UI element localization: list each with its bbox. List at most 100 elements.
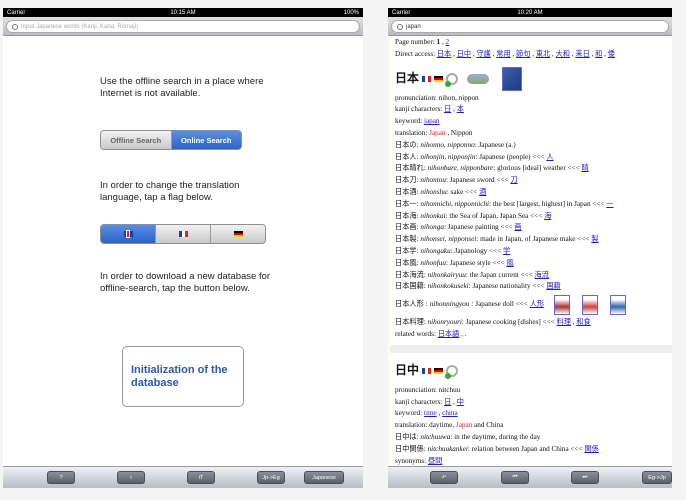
compound-kanji: 日本人 <box>395 152 417 161</box>
compound-link[interactable]: 酒 <box>479 188 486 196</box>
compound-link[interactable]: 刀 <box>510 176 517 184</box>
compound-link[interactable]: 晴 <box>582 164 589 172</box>
kanji-characters: kanji characters: 日 , 中 <box>395 397 464 406</box>
compound-kanji: 日本製 <box>395 235 417 244</box>
compound-link[interactable]: 料理 <box>557 318 571 326</box>
compound-kanji: 日本海流 <box>395 270 424 279</box>
help-button[interactable]: ? <box>47 471 75 484</box>
clock: 10:20 AM <box>517 9 543 16</box>
compound-link[interactable]: 海 <box>544 212 551 220</box>
kanji-link[interactable]: 日 <box>444 105 451 113</box>
compound-link[interactable]: 一 <box>606 200 613 208</box>
direct-access-link[interactable]: 和 <box>595 50 602 58</box>
doll-image[interactable] <box>610 295 627 316</box>
direction-button[interactable]: Jp->Eg <box>257 471 285 484</box>
compound-row: 日本人: nihonjin, nipponjin: Japanese (peop… <box>395 152 554 161</box>
compound-link[interactable]: 人形 <box>530 299 544 311</box>
kanji-link[interactable]: 中 <box>457 398 464 406</box>
label: kanji characters: <box>395 105 443 114</box>
compound-reading: nihontou <box>420 176 446 185</box>
compound-link[interactable]: 関係 <box>584 445 598 453</box>
kanji-characters: kanji characters: 日 , 本 <box>395 105 464 114</box>
translation-rest: , Nippon <box>447 128 473 137</box>
bottom-toolbar: ? i iT Jp->Eg Japanese <box>3 466 363 488</box>
direct-access-link[interactable]: 東北 <box>536 50 550 58</box>
related-link[interactable]: 日本語 <box>438 330 460 338</box>
de-flag-option[interactable] <box>211 225 265 243</box>
japan-map-image[interactable] <box>502 66 523 91</box>
compound-meaning: Japanese doll <<< <box>475 300 528 309</box>
compound-meaning: glorious [ideal] weather <<< <box>497 164 580 173</box>
database-message: In order to download a new database for … <box>100 271 271 294</box>
page-link[interactable]: 2 <box>446 38 450 46</box>
keyword-link[interactable]: time <box>424 409 437 417</box>
compound-row: 日本刀: nihontou: Japanese sword <<< 刀 <box>395 176 518 185</box>
direct-access-link[interactable]: 常用 <box>496 50 510 58</box>
doll-image[interactable] <box>554 295 571 316</box>
back-button[interactable]: ↶ <box>430 471 458 484</box>
related-words: related words: 日本語 , . <box>395 329 667 341</box>
direct-access-link[interactable]: 節句 <box>516 50 530 58</box>
init-database-button[interactable]: Initialization of the database <box>122 346 244 407</box>
compound-kanji: 日本画 <box>395 223 417 232</box>
compound-link[interactable]: 国籍 <box>546 282 560 290</box>
compound-link[interactable]: 画 <box>514 223 521 231</box>
font-size-button[interactable]: iT <box>187 471 215 484</box>
synonym-link[interactable]: 昼間 <box>428 457 442 465</box>
compound-meaning: Japanese (a.) <box>478 140 516 149</box>
info-button[interactable]: i <box>117 471 145 484</box>
compound-link[interactable]: 製 <box>591 235 598 243</box>
online-search-option[interactable]: Online Search <box>171 131 241 149</box>
compound-reading: nihonningyou <box>429 300 470 309</box>
de-flag-icon[interactable] <box>434 75 444 82</box>
fr-flag-icon[interactable] <box>422 75 432 82</box>
fr-flag-icon[interactable] <box>422 367 432 374</box>
fr-flag-option[interactable] <box>156 225 211 243</box>
compound-reading: nihonfuu <box>420 258 446 267</box>
offline-search-option[interactable]: Offline Search <box>101 131 172 149</box>
status-bar: Carrier 10:20 AM <box>388 8 672 17</box>
doll-image[interactable] <box>582 295 599 316</box>
direct-access-link[interactable]: 来日 <box>575 50 589 58</box>
direct-access-link[interactable]: 日中 <box>457 50 471 58</box>
direct-access-link[interactable]: 大和 <box>556 50 570 58</box>
next-button[interactable]: ⏭ <box>571 471 599 484</box>
compound-kanji: 日本風 <box>395 258 417 267</box>
dictionary-results[interactable]: Page number: 1 , 2 Direct access: 日本 , 日… <box>388 37 672 468</box>
compound-link[interactable]: 和食 <box>576 318 590 326</box>
fr-flag-icon <box>178 231 188 237</box>
keyword-link[interactable]: japan <box>424 117 440 125</box>
label: translation: <box>395 128 428 137</box>
kanji-link[interactable]: 本 <box>457 105 464 113</box>
entry-word: 日中 <box>395 362 420 377</box>
pronunciation: pronunciation: nitchuu <box>395 385 461 394</box>
language-button[interactable]: Japanese <box>304 471 344 484</box>
zoom-add-icon[interactable] <box>445 364 459 379</box>
compound-link[interactable]: 学 <box>503 247 510 255</box>
compound-kanji: 日本海 <box>395 211 417 220</box>
compound-kanji: 日本人形 <box>395 300 424 309</box>
compound-link[interactable]: 海流 <box>535 271 549 279</box>
search-mode-control[interactable]: Offline Search Online Search <box>100 130 242 150</box>
compound-reading: nihonga <box>420 223 444 232</box>
map-icon[interactable] <box>467 73 490 84</box>
compound-link[interactable]: 人 <box>546 153 553 161</box>
direct-access-link[interactable]: 日本 <box>437 50 451 58</box>
direct-access-link[interactable]: 倭 <box>608 50 615 58</box>
compound-link[interactable]: 風 <box>506 259 513 267</box>
keyword-link[interactable]: china <box>442 409 458 417</box>
search-input[interactable]: japan <box>391 20 669 33</box>
search-input[interactable]: Input Japanese words (Kanji, Kana, Romaj… <box>6 20 360 33</box>
direct-access-link[interactable]: 守護 <box>476 50 490 58</box>
compound-row: 日本学: nihongaku: Japanology <<< 学 <box>395 246 511 255</box>
zoom-add-icon[interactable] <box>445 72 459 87</box>
search-icon <box>12 23 18 30</box>
uk-flag-option[interactable] <box>101 225 156 243</box>
kanji-link[interactable]: 日 <box>444 398 451 406</box>
de-flag-icon[interactable] <box>434 367 444 374</box>
battery: 100% <box>343 9 359 16</box>
language-flag-control[interactable] <box>100 224 266 244</box>
previous-button[interactable]: ⏮ <box>501 471 529 484</box>
font-size-icon: iT <box>198 474 204 481</box>
direction-button[interactable]: Eg->Jp <box>642 471 672 484</box>
